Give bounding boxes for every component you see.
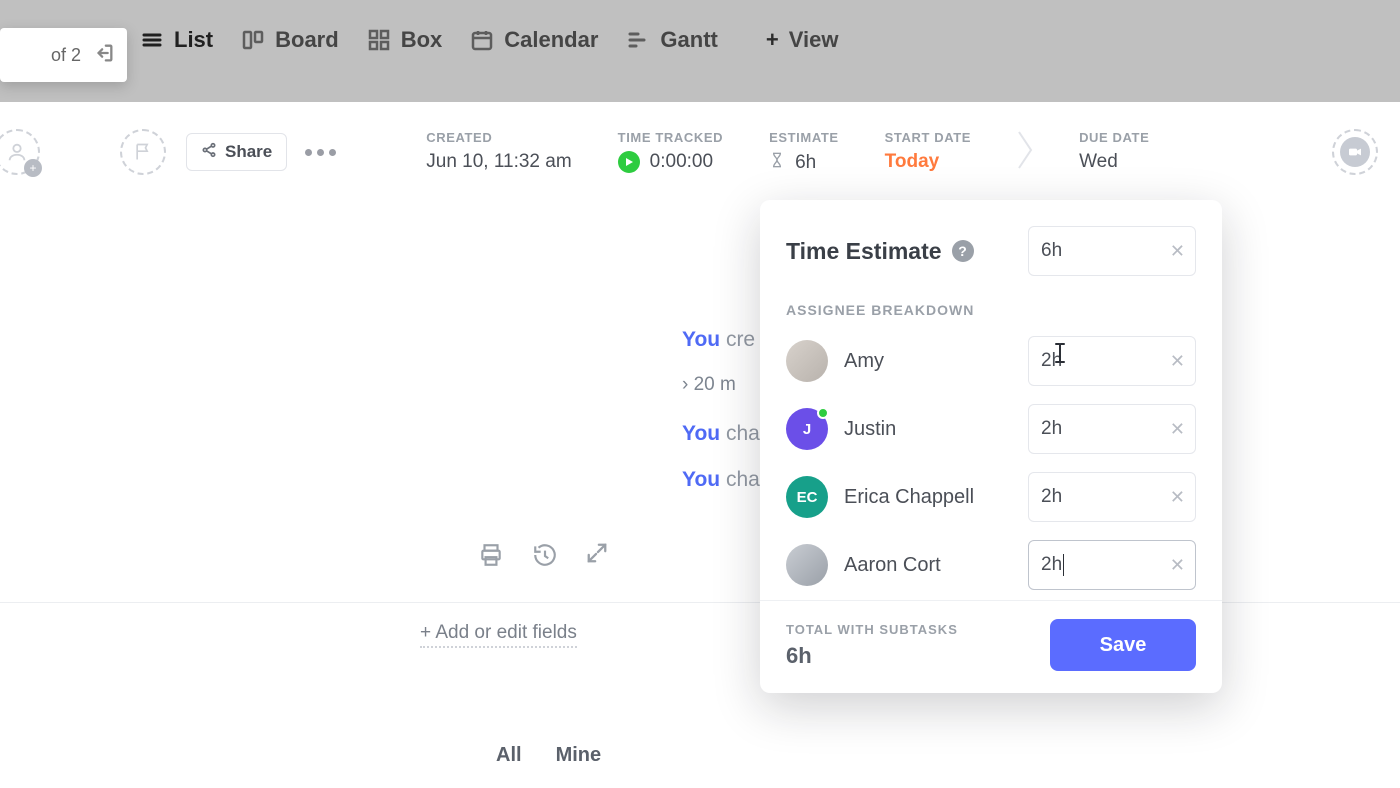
add-assignee-button[interactable]: + — [0, 129, 40, 175]
filter-mine[interactable]: Mine — [556, 744, 602, 767]
total-value: 6h — [786, 643, 958, 669]
priority-flag-button[interactable] — [120, 129, 166, 175]
assignee-estimate-input[interactable]: 2h ✕ — [1028, 540, 1196, 590]
total-estimate-input[interactable]: ✕ — [1028, 226, 1196, 276]
pager-text: of 2 — [51, 45, 81, 66]
camera-icon — [1340, 137, 1370, 167]
assignee-name: Amy — [844, 350, 884, 373]
meta-created: CREATED Jun 10, 11:32 am — [426, 130, 571, 173]
add-fields-button[interactable]: + Add or edit fields — [420, 622, 577, 648]
clear-total-icon[interactable]: ✕ — [1170, 241, 1185, 262]
status-dot-icon — [817, 407, 829, 419]
meta-due-date[interactable]: DUE DATE Wed — [1079, 130, 1149, 173]
avatar — [786, 340, 828, 382]
clear-icon[interactable]: ✕ — [1170, 351, 1185, 372]
assignee-name: Justin — [844, 418, 896, 441]
activity-feed: You cre › 20 m You cha You cha — [682, 328, 760, 514]
task-header: + Share CREATED Jun 10, 11:32 am TIME TR… — [0, 102, 1400, 202]
save-button[interactable]: Save — [1050, 619, 1196, 671]
share-icon — [201, 142, 217, 163]
plus-badge-icon: + — [24, 159, 42, 177]
avatar: J — [786, 408, 828, 450]
video-call-button[interactable] — [1332, 129, 1378, 175]
activity-expand-toggle[interactable]: › 20 m — [682, 374, 760, 396]
hourglass-icon — [769, 151, 785, 175]
assignee-name: Aaron Cort — [844, 554, 941, 577]
expand-icon[interactable] — [586, 542, 608, 573]
time-estimate-popover: Time Estimate ? ✕ ASSIGNEE BREAKDOWN Amy… — [760, 200, 1222, 693]
assignee-row: Amy ✕ — [786, 336, 1196, 386]
more-menu-button[interactable] — [305, 149, 336, 156]
avatar — [786, 544, 828, 586]
total-label: TOTAL WITH SUBTASKS — [786, 622, 958, 637]
share-button[interactable]: Share — [186, 133, 287, 171]
text-caret — [1063, 554, 1064, 576]
filter-all[interactable]: All — [496, 744, 522, 767]
history-icon[interactable] — [532, 542, 558, 573]
help-icon[interactable]: ? — [952, 240, 974, 262]
cursor-ibeam-icon — [1052, 342, 1068, 369]
meta-start-date[interactable]: START DATE Today — [885, 130, 971, 173]
share-label: Share — [225, 142, 272, 162]
total-estimate-field[interactable] — [1041, 240, 1170, 262]
view-tabs-bar: List Board Box Calendar Gantt — [0, 0, 1400, 102]
assignee-row: J Justin ✕ — [786, 404, 1196, 454]
popover-divider — [760, 600, 1222, 601]
assignee-row: Aaron Cort 2h ✕ — [786, 540, 1196, 590]
popover-title: Time Estimate — [786, 238, 942, 265]
pager-chip[interactable]: of 2 — [0, 28, 127, 82]
print-icon[interactable] — [478, 542, 504, 573]
date-separator-icon — [1017, 130, 1033, 175]
clear-icon[interactable]: ✕ — [1170, 555, 1185, 576]
clear-icon[interactable]: ✕ — [1170, 419, 1185, 440]
assignee-estimate-input[interactable]: ✕ — [1028, 472, 1196, 522]
meta-estimate[interactable]: ESTIMATE 6h — [769, 130, 839, 175]
exit-icon[interactable] — [93, 42, 115, 69]
breakdown-label: ASSIGNEE BREAKDOWN — [786, 302, 1196, 318]
assignee-row: EC Erica Chappell ✕ — [786, 472, 1196, 522]
meta-time-tracked[interactable]: TIME TRACKED 0:00:00 — [618, 130, 723, 173]
assignee-name: Erica Chappell — [844, 486, 974, 509]
assignee-estimate-input[interactable]: ✕ — [1028, 404, 1196, 454]
play-icon[interactable] — [618, 151, 640, 173]
avatar: EC — [786, 476, 828, 518]
clear-icon[interactable]: ✕ — [1170, 487, 1185, 508]
